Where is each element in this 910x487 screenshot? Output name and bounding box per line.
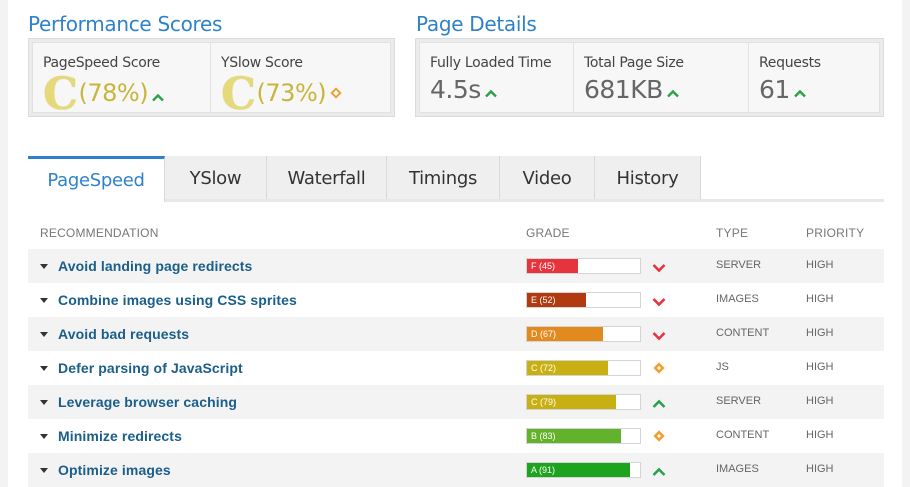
table-row[interactable]: Avoid bad requests D (67) CONTENT HIGH	[28, 317, 884, 351]
priority-cell: HIGH	[806, 395, 834, 407]
recommendation-link[interactable]: Combine images using CSS sprites	[58, 292, 297, 308]
table-row[interactable]: Leverage browser caching C (79) SERVER HIGH	[28, 385, 884, 419]
col-type: TYPE	[716, 226, 749, 240]
table-row[interactable]: Avoid landing page redirects F (45) SERVER…	[28, 249, 884, 283]
expand-caret-icon[interactable]	[40, 434, 48, 439]
trend-down-icon	[652, 294, 666, 307]
grade-bar: B (83)	[526, 428, 641, 444]
requests-value: 61	[759, 75, 790, 104]
type-cell: IMAGES	[716, 293, 759, 305]
priority-cell: HIGH	[806, 361, 834, 373]
type-cell: CONTENT	[716, 327, 770, 339]
tab-history[interactable]: History	[595, 156, 701, 199]
report-tabs: PageSpeed YSlow Waterfall Timings Video …	[28, 156, 884, 202]
expand-caret-icon[interactable]	[40, 468, 48, 473]
fully-loaded-time: Fully Loaded Time 4.5s	[420, 43, 574, 112]
table-row[interactable]: Minimize redirects B (83) CONTENT HIGH	[28, 419, 884, 453]
type-cell: CONTENT	[716, 429, 770, 441]
page-size-label: Total Page Size	[584, 55, 684, 71]
trend-up-icon	[666, 75, 679, 104]
trend-up-icon	[793, 75, 806, 104]
expand-caret-icon[interactable]	[40, 366, 48, 371]
total-page-size: Total Page Size 681KB	[574, 43, 749, 112]
col-priority: PRIORITY	[806, 226, 865, 240]
page-details-panel: Fully Loaded Time 4.5s Total Page Size 6…	[415, 38, 884, 117]
priority-cell: HIGH	[806, 463, 834, 475]
trend-neutral-icon	[652, 361, 666, 374]
expand-caret-icon[interactable]	[40, 332, 48, 337]
trend-up-icon	[652, 464, 666, 476]
table-row[interactable]: Defer parsing of JavaScript C (72) JS HIGH	[28, 351, 884, 385]
priority-cell: HIGH	[806, 327, 834, 339]
type-cell: JS	[716, 361, 729, 373]
tab-pagespeed[interactable]: PageSpeed	[28, 156, 165, 202]
grade-bar: D (67)	[526, 326, 641, 342]
priority-cell: HIGH	[806, 429, 834, 441]
type-cell: SERVER	[716, 395, 762, 407]
recommendation-link[interactable]: Minimize redirects	[58, 428, 182, 444]
recommendation-link[interactable]: Avoid bad requests	[58, 326, 189, 342]
tab-video[interactable]: Video	[500, 156, 595, 199]
trend-neutral-icon	[330, 87, 342, 99]
grade-bar-fill: E (52)	[527, 293, 586, 307]
grade-bar-fill: B (83)	[527, 429, 621, 443]
recommendation-link[interactable]: Defer parsing of JavaScript	[58, 360, 243, 376]
report-page: Performance Scores PageSpeed Score C (78…	[8, 0, 902, 487]
requests-label: Requests	[759, 55, 821, 71]
trend-up-icon	[484, 75, 497, 104]
tab-yslow[interactable]: YSlow	[165, 156, 267, 199]
grade-bar: F (45)	[526, 258, 641, 274]
expand-caret-icon[interactable]	[40, 298, 48, 303]
grade-bar-fill: F (45)	[527, 259, 578, 273]
trend-up-icon	[652, 396, 666, 408]
table-row[interactable]: Optimize images A (91) IMAGES HIGH	[28, 453, 884, 487]
recommendation-link[interactable]: Avoid landing page redirects	[58, 258, 252, 274]
load-time-label: Fully Loaded Time	[430, 55, 552, 71]
recommendations-table-header: RECOMMENDATION GRADE TYPE PRIORITY	[28, 226, 884, 246]
table-row[interactable]: Combine images using CSS sprites E (52) IM…	[28, 283, 884, 317]
col-recommendation: RECOMMENDATION	[40, 226, 159, 240]
yslow-score: YSlow Score C (73%)	[211, 43, 390, 120]
yslow-score-value: (73%)	[256, 79, 327, 107]
pagespeed-score: PageSpeed Score C (78%)	[33, 43, 212, 120]
type-cell: SERVER	[716, 259, 762, 271]
tab-waterfall[interactable]: Waterfall	[267, 156, 387, 199]
grade-bar-fill: A (91)	[527, 463, 630, 477]
priority-cell: HIGH	[806, 293, 834, 305]
expand-caret-icon[interactable]	[40, 400, 48, 405]
trend-up-icon	[152, 79, 164, 108]
recommendation-link[interactable]: Optimize images	[58, 462, 171, 478]
grade-bar-fill: D (67)	[527, 327, 603, 341]
grade-bar: E (52)	[526, 292, 641, 308]
grade-bar: C (79)	[526, 394, 641, 410]
page-details-title: Page Details	[416, 12, 537, 36]
grade-bar-fill: C (72)	[527, 361, 608, 375]
yslow-grade-letter: C	[221, 69, 256, 120]
expand-caret-icon[interactable]	[40, 264, 48, 269]
grade-bar: A (91)	[526, 462, 641, 478]
grade-bar-fill: C (79)	[527, 395, 616, 409]
pagespeed-grade-letter: C	[43, 69, 78, 120]
performance-scores-title: Performance Scores	[28, 12, 223, 36]
recommendation-link[interactable]: Leverage browser caching	[58, 394, 237, 410]
trend-neutral-icon	[652, 429, 666, 442]
trend-down-icon	[652, 260, 666, 273]
tab-timings[interactable]: Timings	[387, 156, 500, 199]
load-time-value: 4.5s	[430, 75, 481, 104]
type-cell: IMAGES	[716, 463, 759, 475]
requests-count: Requests 61	[749, 43, 879, 112]
page-size-value: 681KB	[584, 75, 663, 104]
priority-cell: HIGH	[806, 259, 834, 271]
pagespeed-score-value: (78%)	[78, 79, 149, 107]
grade-bar: C (72)	[526, 360, 641, 376]
performance-scores-panel: PageSpeed Score C (78%) YSlow Score C (7…	[28, 38, 395, 117]
trend-down-icon	[652, 328, 666, 341]
col-grade: GRADE	[526, 226, 570, 240]
